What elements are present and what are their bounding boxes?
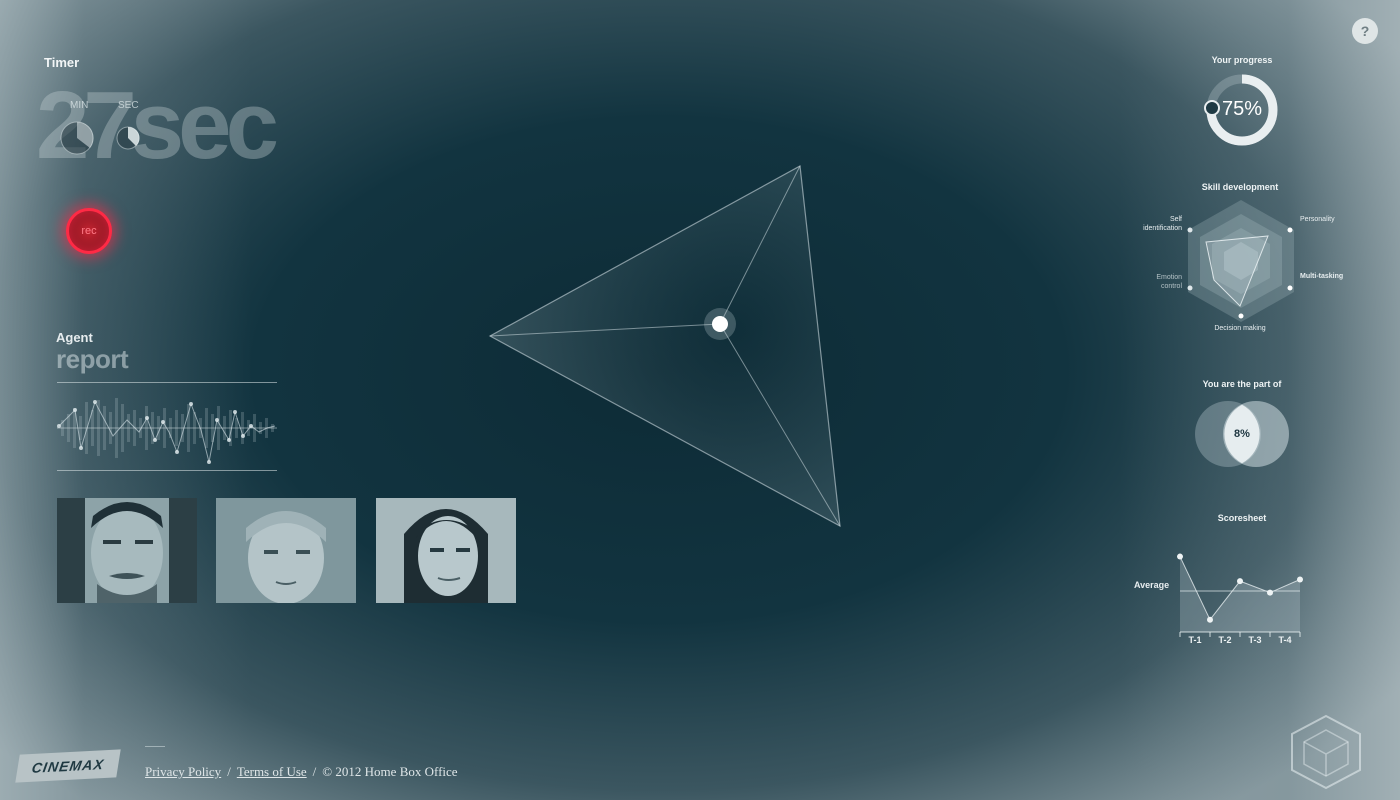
skill-axis-personality: Personality (1300, 216, 1335, 223)
skill-axis-emotion-control: Emotion control (1156, 274, 1182, 290)
help-button[interactable]: ? (1352, 18, 1378, 44)
report-divider-bottom (57, 470, 277, 471)
skills-radar-chart (1187, 200, 1294, 322)
progress-value: 75% (1222, 98, 1263, 120)
timer-dials (60, 121, 140, 155)
man-portrait-icon (57, 498, 197, 603)
progress-title: Your progress (1211, 55, 1273, 65)
report-label: report (56, 344, 129, 374)
help-label: ? (1360, 23, 1370, 39)
scoresheet-chart: T-1 T-2 T-3 T-4 (1177, 553, 1303, 645)
report-divider-top (57, 382, 277, 383)
cinemax-logo[interactable]: CINEMAX (15, 749, 121, 783)
rec-button[interactable]: rec (66, 208, 112, 254)
skill-axis-self-identification: Self identification (1143, 216, 1182, 232)
score-category-label: T-1 (1188, 635, 1201, 645)
agent-label: Agent (56, 330, 93, 345)
cube-logo-icon (1291, 714, 1361, 790)
timer-label: Timer (44, 55, 80, 70)
triangle-shape (488, 165, 841, 528)
skill-axis-multitasking: Multi-tasking (1300, 273, 1344, 280)
voice-waveform (57, 398, 277, 464)
footer-sep-2: / (312, 764, 317, 779)
score-point (1177, 553, 1183, 560)
terms-of-use-link[interactable]: Terms of Use (237, 764, 307, 779)
copyright-text: © 2012 Home Box Office (322, 764, 458, 779)
footer: Privacy Policy / Terms of Use / © 2012 Home … (145, 764, 458, 780)
rec-label: rec (81, 225, 97, 237)
child-portrait-icon (216, 498, 356, 603)
footer-sep-1: / (227, 764, 231, 779)
timer-sec-label: SEC (118, 100, 139, 111)
footer-divider (145, 746, 165, 747)
part-value: 8% (1234, 428, 1250, 440)
score-point (1207, 616, 1213, 623)
central-triangle-graphic (488, 165, 841, 528)
score-point (1267, 589, 1273, 596)
scoresheet-average-label: Average (1134, 580, 1170, 590)
score-category-label: T-2 (1218, 635, 1231, 645)
suspect-photo-2[interactable] (216, 498, 356, 603)
timer-min-label: MIN (70, 100, 89, 111)
scoresheet-title: Scoresheet (1217, 513, 1267, 523)
privacy-policy-link[interactable]: Privacy Policy (145, 764, 221, 779)
score-point (1297, 576, 1303, 583)
score-point (1237, 578, 1243, 585)
progress-knob (1204, 100, 1220, 116)
skills-title: Skill development (1201, 182, 1279, 192)
center-node (712, 316, 728, 332)
suspect-photo-1[interactable] (57, 498, 197, 603)
score-category-label: T-4 (1278, 635, 1291, 645)
skill-axis-decision-making: Decision making (1214, 325, 1266, 332)
logo-text: CINEMAX (30, 756, 106, 776)
part-title: You are the part of (1202, 379, 1282, 389)
score-category-label: T-3 (1248, 635, 1261, 645)
